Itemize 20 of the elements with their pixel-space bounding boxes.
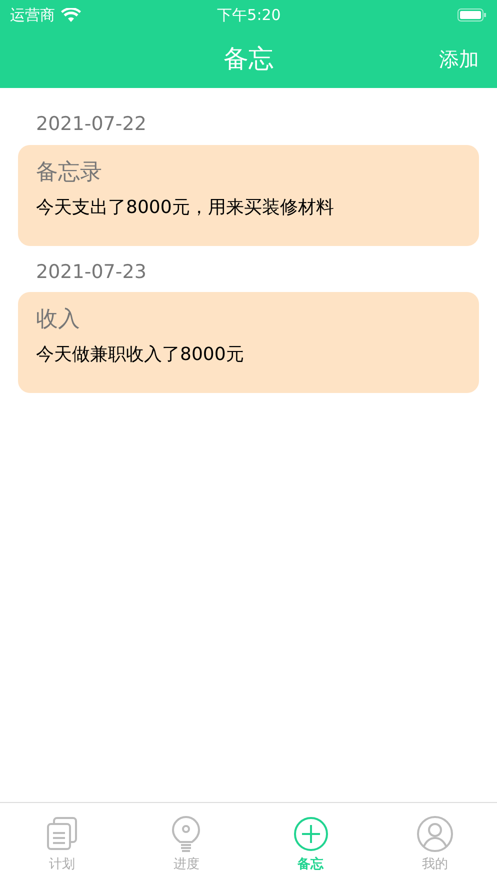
memo-title: 收入 — [36, 306, 81, 334]
carrier-label: 运营商 — [10, 4, 55, 26]
add-button[interactable]: 添加 — [439, 44, 479, 74]
tab-item[interactable]: 我的 — [372, 803, 497, 883]
clock: 下午5:20 — [216, 4, 282, 26]
date-label: 2021-07-23 — [35, 260, 148, 284]
battery-icon — [457, 8, 487, 22]
memo-text: 今天支出了8000元，用来买装修材料 — [36, 196, 335, 220]
tab-item[interactable]: 计划 — [0, 803, 124, 883]
memo-card[interactable]: 备忘录 今天支出了8000元，用来买装修材料 — [18, 144, 479, 246]
memo-text: 今天做兼职收入了8000元 — [36, 343, 245, 367]
page-title: 备忘 — [224, 43, 274, 76]
wifi-icon — [61, 8, 81, 22]
user-icon — [416, 815, 454, 853]
memo-card[interactable]: 收入 今天做兼职收入了8000元 — [18, 292, 479, 393]
memo-title: 备忘录 — [36, 158, 103, 186]
date-label: 2021-07-22 — [35, 112, 148, 137]
tab-item[interactable]: 备忘 — [248, 803, 373, 883]
tab-item[interactable]: 进度 — [124, 803, 248, 883]
plus-circle-icon — [292, 815, 330, 853]
